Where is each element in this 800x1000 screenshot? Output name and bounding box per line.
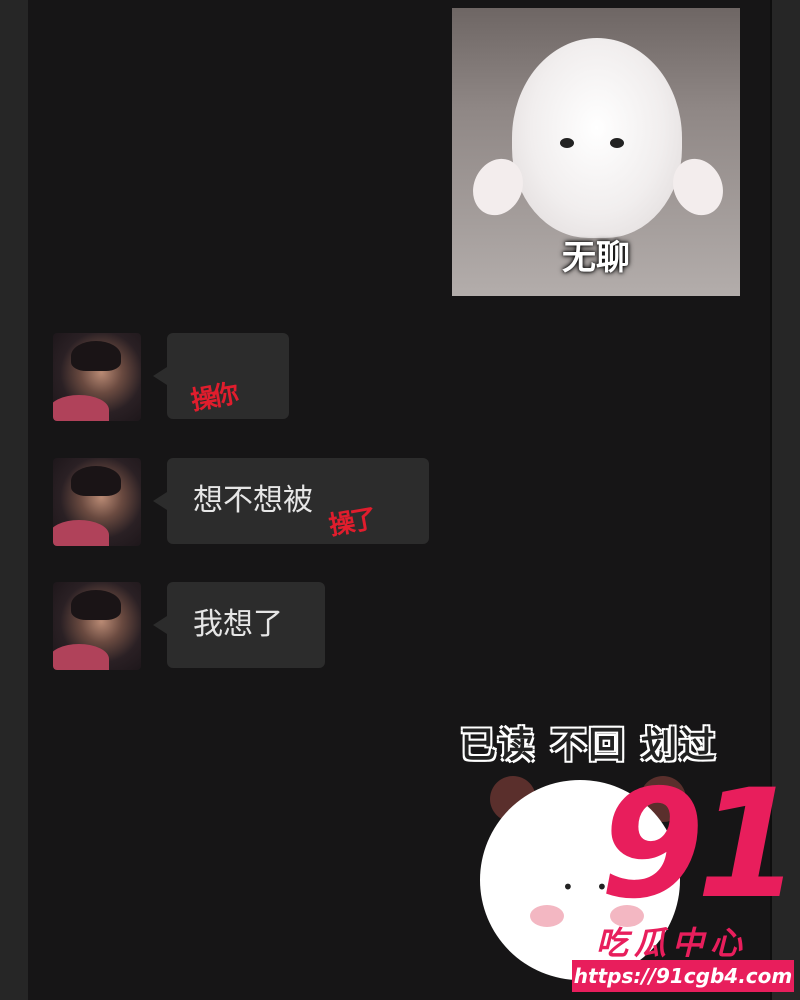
avatar-hair — [71, 341, 121, 371]
message-text: 想不想被 — [193, 483, 313, 518]
watermark-subtitle: 吃瓜中心 — [596, 924, 749, 962]
cat-sticker-image[interactable]: 无聊 — [452, 8, 740, 296]
avatar-shoulder — [53, 644, 109, 670]
avatar-hair — [71, 590, 121, 620]
message-bubble[interactable]: 我想了 — [153, 582, 325, 668]
avatar[interactable] — [53, 582, 141, 670]
cat-eye-left — [560, 138, 574, 148]
watermark-logo: 91 — [600, 758, 800, 932]
watermark-url: https://91cgb4.com — [572, 960, 794, 992]
message-bubble[interactable]: 想不想被 操了 — [153, 458, 429, 544]
left-edge — [0, 0, 28, 1000]
avatar[interactable] — [53, 333, 141, 421]
panda-eye-left: • — [562, 875, 574, 899]
avatar-hair — [71, 466, 121, 496]
cat-sticker-caption: 无聊 — [562, 238, 630, 278]
panda-blush-left — [530, 905, 564, 927]
message-text: 我想了 — [193, 607, 283, 642]
message-bubble[interactable]: 操你 — [153, 333, 289, 419]
avatar-shoulder — [53, 395, 109, 421]
avatar-shoulder — [53, 520, 109, 546]
redacted-scribble: 操你 — [188, 379, 238, 417]
cat-body — [512, 38, 682, 238]
cat-eye-right — [610, 138, 624, 148]
avatar[interactable] — [53, 458, 141, 546]
redacted-scribble: 操了 — [326, 504, 376, 542]
